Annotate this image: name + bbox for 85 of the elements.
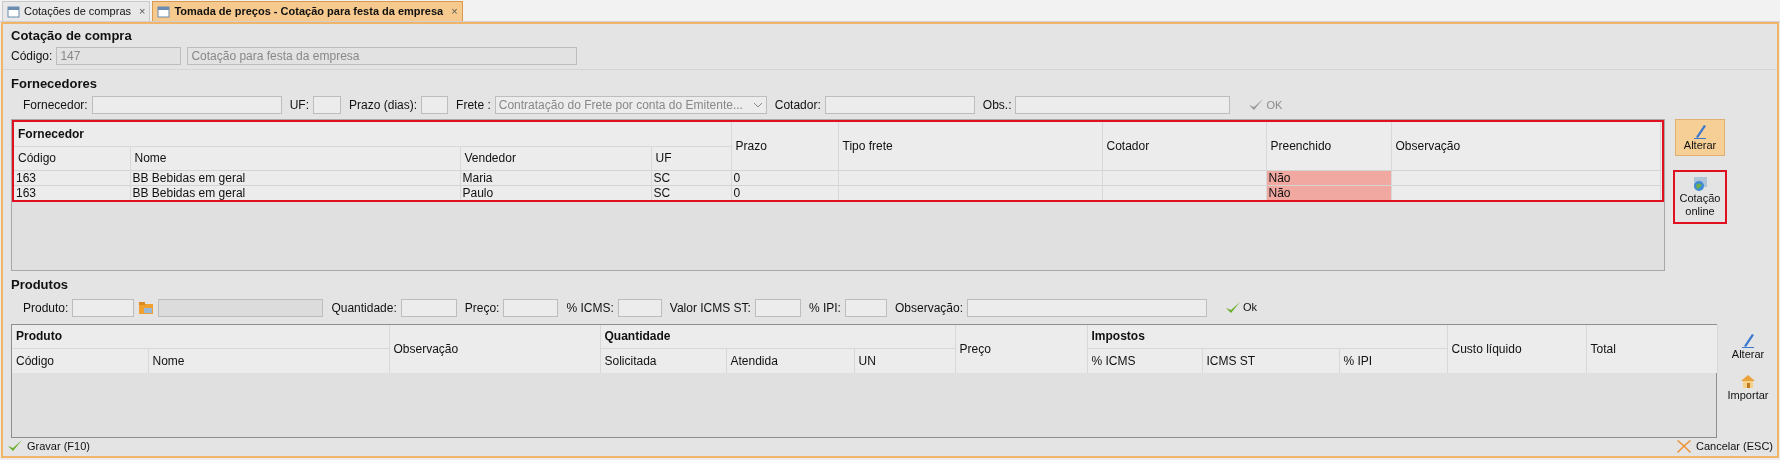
- column-header[interactable]: Prazo: [731, 122, 838, 170]
- ok-button[interactable]: Ok: [1225, 299, 1258, 316]
- input-field[interactable]: [91, 96, 282, 114]
- column-header[interactable]: Código: [14, 146, 130, 170]
- column-header[interactable]: Custo líquido: [1447, 324, 1586, 373]
- close-icon[interactable]: ×: [451, 3, 458, 20]
- section-title: Produtos: [11, 276, 70, 294]
- close-icon: [1675, 438, 1692, 453]
- check-icon: [1225, 300, 1241, 315]
- column-header[interactable]: % ICMS: [1087, 348, 1202, 373]
- table-cell: 0: [731, 185, 838, 200]
- edit-button[interactable]: Alterar: [1675, 119, 1725, 156]
- column-header[interactable]: Atendida: [726, 348, 854, 373]
- column-header[interactable]: Nome: [148, 348, 389, 373]
- column-header[interactable]: UN: [854, 348, 955, 373]
- field-label: % ICMS:: [566, 299, 614, 317]
- status-cell: Não: [1266, 185, 1391, 200]
- table-cell: BB Bebidas em geral: [130, 185, 460, 200]
- column-header[interactable]: Cotador: [1102, 122, 1266, 170]
- input-field[interactable]: [967, 298, 1207, 317]
- field-label: Valor ICMS ST:: [669, 299, 751, 317]
- field-label: Quantidade:: [331, 299, 397, 317]
- column-group-header: Produto: [12, 324, 389, 349]
- input-field[interactable]: [72, 298, 135, 317]
- pencil-icon: [1693, 123, 1707, 139]
- field-label: Observação:: [894, 299, 963, 317]
- column-header[interactable]: ICMS ST: [1202, 348, 1339, 373]
- house-icon: [1739, 372, 1757, 389]
- field-label: Produto:: [23, 299, 69, 317]
- table-cell: SC: [651, 185, 731, 200]
- save-button[interactable]: Gravar (F10): [7, 437, 90, 454]
- status-cell: Não: [1266, 170, 1391, 185]
- column-group-header: Fornecedor: [14, 122, 731, 146]
- field-label: UF:: [289, 97, 310, 114]
- check-icon: [7, 438, 23, 453]
- input-field[interactable]: [421, 96, 449, 114]
- field-label: Frete :: [456, 97, 491, 114]
- table-cell: 163: [14, 185, 130, 200]
- column-group-header: Impostos: [1087, 324, 1447, 349]
- lookup-button[interactable]: [138, 300, 155, 315]
- tab[interactable]: Cotações de compras ×: [2, 1, 151, 21]
- tab[interactable]: Tomada de preços - Cotação para festa da empresa ×: [152, 1, 463, 21]
- field-label: % IPI:: [808, 299, 841, 317]
- input-field[interactable]: [158, 298, 324, 317]
- table-cell: Paulo: [460, 185, 651, 200]
- column-header[interactable]: % IPI: [1339, 348, 1447, 373]
- input-field[interactable]: [503, 298, 559, 317]
- field-label: Fornecedor:: [23, 97, 88, 114]
- close-icon[interactable]: ×: [139, 3, 146, 20]
- check-icon: [1248, 98, 1265, 112]
- input-field[interactable]: [400, 298, 457, 317]
- column-group-header: Quantidade: [600, 324, 955, 349]
- field-label: Código:: [11, 47, 53, 65]
- globe-icon: [1692, 176, 1708, 192]
- column-header[interactable]: Vendedor: [460, 146, 651, 170]
- input-field[interactable]: [1015, 96, 1231, 114]
- section-title: Fornecedores: [11, 74, 98, 93]
- column-header[interactable]: Nome: [130, 146, 460, 170]
- online-quote-button[interactable]: Cotação online: [1675, 172, 1725, 222]
- field-label: Obs.:: [982, 97, 1012, 114]
- document-icon: [157, 5, 171, 18]
- column-header[interactable]: Tipo frete: [838, 122, 1102, 170]
- edit-button[interactable]: Alterar: [1723, 327, 1773, 365]
- column-header[interactable]: Observação: [1391, 122, 1660, 170]
- column-header[interactable]: Solicitada: [600, 348, 726, 373]
- section-title: Cotação de compra: [11, 27, 133, 45]
- chevron-down-icon: [752, 102, 763, 108]
- field-label: Prazo (dias):: [349, 97, 418, 114]
- field-label: Cotador:: [774, 97, 821, 114]
- cancel-button[interactable]: Cancelar (ESC): [1675, 437, 1773, 454]
- pencil-icon: [1741, 331, 1755, 348]
- column-header[interactable]: Preço: [955, 324, 1087, 373]
- import-button[interactable]: Importar: [1723, 368, 1773, 406]
- column-header[interactable]: Total: [1586, 324, 1717, 373]
- input-field[interactable]: [824, 96, 975, 114]
- input-field[interactable]: [313, 96, 342, 114]
- input-field[interactable]: [617, 298, 662, 317]
- input-field[interactable]: [754, 298, 801, 317]
- column-header[interactable]: Preenchido: [1266, 122, 1391, 170]
- document-icon: [7, 5, 20, 18]
- folder-icon: [138, 300, 155, 315]
- field-label: Preço:: [464, 299, 500, 317]
- column-header[interactable]: Código: [12, 348, 148, 373]
- column-header[interactable]: Observação: [389, 324, 600, 373]
- input-field[interactable]: [844, 298, 887, 317]
